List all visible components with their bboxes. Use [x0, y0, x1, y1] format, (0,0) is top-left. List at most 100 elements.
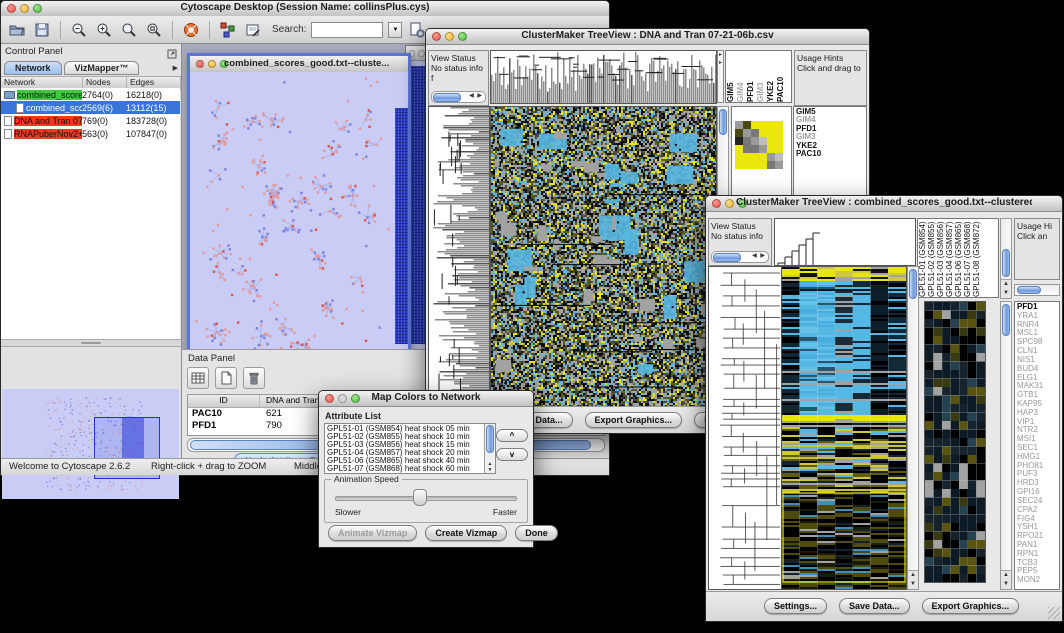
panel-splitter[interactable] — [1, 339, 181, 347]
move-down-button[interactable]: v — [496, 448, 528, 461]
toolbar-separator — [60, 21, 61, 39]
tab-network[interactable]: Network — [4, 61, 62, 75]
array-label[interactable]: GPL51-03 (GSM856) — [936, 219, 945, 297]
zoom-in-button[interactable] — [94, 20, 114, 40]
minimize-button[interactable] — [208, 60, 216, 68]
usage-hints-info: Click and drag to — [797, 63, 864, 73]
gene-dendrogram-canvas[interactable] — [708, 266, 782, 590]
view-status-info: No status info f — [431, 63, 486, 83]
treeview-action-button[interactable]: Export Graphics... — [585, 412, 683, 428]
attribute-list-label: Attribute List — [325, 411, 381, 421]
array-label[interactable]: GIM5 — [726, 51, 736, 102]
gene-id: PFD1 — [188, 420, 260, 432]
attribute-list-item[interactable]: GPL51-07 (GSM868) heat shock 60 min — [327, 465, 483, 473]
array-column-labels: GPL51-01 (GSM854)GPL51-02 (GSM855)GPL51-… — [917, 218, 999, 298]
treeview-action-button[interactable]: Save Data... — [839, 598, 910, 614]
array-label[interactable]: GPL51-08 (GSM872) — [972, 219, 981, 297]
array-label[interactable]: YKE2 — [766, 51, 776, 102]
open-session-button[interactable] — [7, 20, 27, 40]
zoom-heatmap-canvas[interactable] — [924, 301, 986, 583]
vizmapper-button[interactable] — [218, 20, 238, 40]
global-vscrollbar[interactable]: ▲▼ — [907, 266, 919, 590]
view-status-scrollbar[interactable]: ◀ ▶ — [431, 91, 486, 103]
dense-cluster-block[interactable] — [395, 108, 408, 344]
close-button[interactable] — [7, 4, 16, 13]
zoom-vscrollbar[interactable]: ▲▼ — [1000, 301, 1012, 590]
new-attribute-button[interactable] — [215, 367, 237, 389]
network-row[interactable]: DNA and Tran 07 769(0) 183728(0) — [1, 114, 180, 127]
close-button[interactable] — [196, 60, 204, 68]
column-id[interactable]: ID — [188, 395, 260, 407]
network-view-window: combined_scores_good.txt--cluste... — [187, 53, 411, 369]
network-item-icon — [4, 91, 15, 99]
float-panel-icon[interactable] — [167, 46, 177, 64]
search-dropdown-button[interactable]: ▼ — [388, 22, 402, 38]
labels-vscrollbar[interactable]: ▲▼ — [1000, 218, 1012, 299]
main-titlebar[interactable]: Cytoscape Desktop (Session Name: collins… — [1, 1, 609, 17]
network-row[interactable]: combined_scores 2764(0) 16218(0) — [1, 88, 180, 101]
minimize-button[interactable] — [20, 4, 29, 13]
speed-slider-thumb[interactable] — [413, 489, 427, 506]
gene-label[interactable]: MON2 — [1015, 576, 1059, 585]
array-label[interactable]: GPL51-06 (GSM865) — [954, 219, 963, 297]
network-window-titlebar[interactable]: combined_scores_good.txt--cluste... — [190, 56, 408, 73]
close-button[interactable] — [432, 32, 441, 41]
resize-grip[interactable] — [1048, 607, 1060, 619]
array-label[interactable]: GIM3 — [756, 51, 766, 102]
done-button[interactable]: Done — [515, 525, 558, 541]
minimize-button[interactable] — [338, 394, 347, 403]
network-edges-count: 107847(0) — [126, 129, 180, 139]
network-name: combined_scores — [17, 90, 82, 100]
animate-vizmap-button[interactable]: Animate Vizmap — [328, 525, 417, 541]
zoom-fit-button[interactable] — [144, 20, 164, 40]
array-dendrogram-canvas[interactable] — [490, 50, 717, 104]
create-vizmap-button[interactable]: Create Vizmap — [425, 525, 507, 541]
delete-attribute-button[interactable] — [243, 367, 265, 389]
array-label[interactable]: PFD1 — [746, 51, 756, 102]
annotation-button[interactable] — [243, 20, 263, 40]
array-dendrogram-canvas[interactable] — [774, 218, 916, 266]
array-label[interactable]: GPL51-04 (GSM857) — [945, 219, 954, 297]
network-graph-canvas[interactable] — [190, 72, 408, 366]
attribute-list-scrollbar[interactable]: ▲▼ — [484, 424, 495, 473]
birdseye-view[interactable] — [2, 389, 179, 499]
tab-overflow-arrow[interactable]: ▶ — [173, 64, 178, 72]
gene-label[interactable]: PAC10 — [794, 150, 866, 158]
search-input[interactable] — [311, 22, 383, 38]
treeview2-titlebar[interactable]: ClusterMaker TreeView : combined_scores_… — [706, 196, 1062, 212]
help-button[interactable] — [181, 20, 201, 40]
minimize-button[interactable] — [445, 32, 454, 41]
array-label[interactable]: PAC10 — [776, 51, 786, 102]
array-label[interactable]: GPL51-02 (GSM855) — [927, 219, 936, 297]
network-row[interactable]: RNAPuberNov2+ 563(0) 107847(0) — [1, 127, 180, 140]
minimize-button[interactable] — [725, 199, 734, 208]
treeview-action-button[interactable]: Export Graphics... — [922, 598, 1020, 614]
network-name: DNA and Tran 07 — [14, 116, 82, 126]
array-label[interactable]: GPL51-01 (GSM854) — [918, 219, 927, 297]
treeview2-button-bar: Settings... Save Data... Export Graphics..… — [706, 591, 1062, 621]
treeview-action-button[interactable]: Settings... — [764, 598, 827, 614]
view-status-scrollbar[interactable]: ◀ ▶ — [711, 251, 769, 263]
array-label[interactable]: GPL51-07 (GSM868) — [963, 219, 972, 297]
dendro-scroll-strip[interactable]: ▸▸ — [717, 50, 724, 103]
zoom-selected-button[interactable] — [119, 20, 139, 40]
dialog-titlebar[interactable]: Map Colors to Network — [319, 391, 533, 407]
zoom-matrix-canvas[interactable] — [735, 121, 783, 169]
close-button[interactable] — [325, 394, 334, 403]
network-nodes-count: 769(0) — [82, 116, 126, 126]
select-attributes-button[interactable] — [187, 367, 209, 389]
zoom-out-button[interactable] — [69, 20, 89, 40]
treeview1-titlebar[interactable]: ClusterMaker TreeView : DNA and Tran 07-… — [426, 29, 869, 45]
usage-hscrollbar[interactable] — [1014, 284, 1060, 296]
gene-dendrogram-canvas[interactable] — [428, 106, 490, 407]
global-heatmap-canvas[interactable] — [490, 106, 717, 407]
network-row[interactable]: combined_sco 2569(6) 13112(15) — [1, 101, 180, 114]
move-up-button[interactable]: ^ — [496, 429, 528, 442]
save-session-button[interactable] — [32, 20, 52, 40]
close-button[interactable] — [712, 199, 721, 208]
array-label[interactable]: GIM4 — [736, 51, 746, 102]
treeview2-buttons: Settings... Save Data... Export Graphics..… — [764, 598, 1019, 614]
search-label: Search: — [272, 24, 306, 35]
global-heatmap-canvas[interactable] — [781, 266, 907, 590]
tab-vizmapper[interactable]: VizMapper™ — [64, 61, 140, 75]
